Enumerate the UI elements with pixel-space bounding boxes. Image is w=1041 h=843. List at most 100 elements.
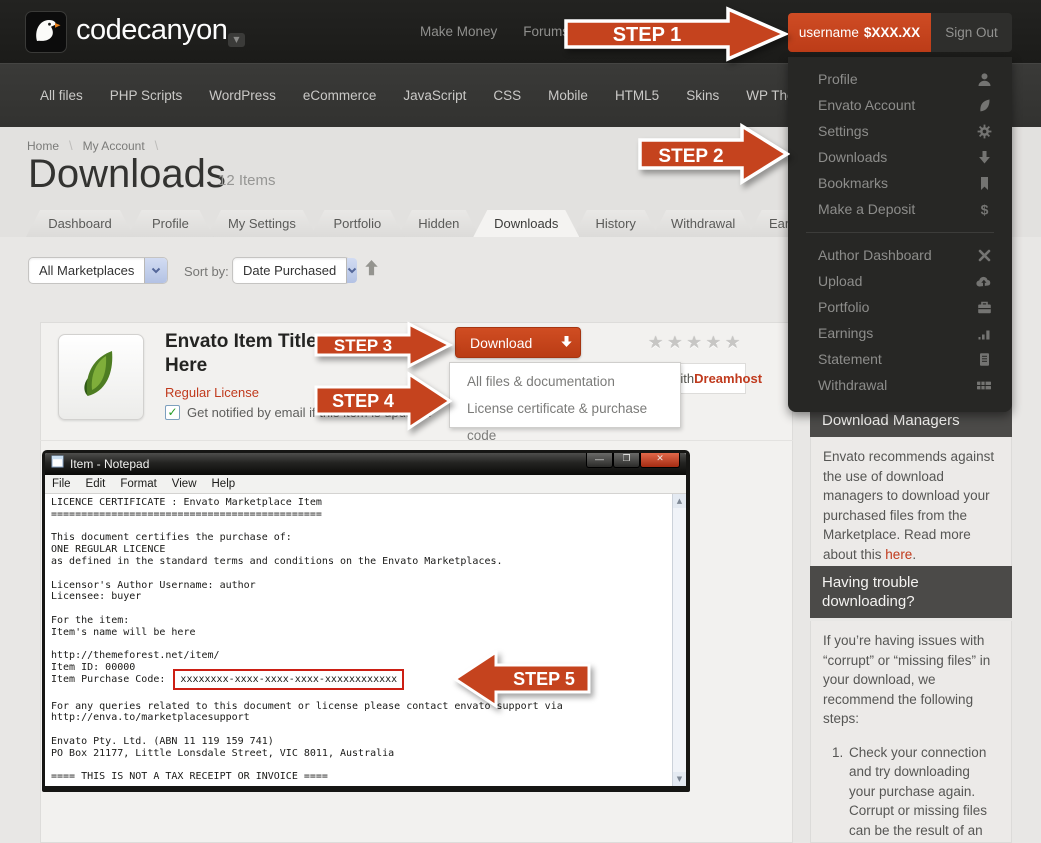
cat-ecommerce[interactable]: eCommerce <box>303 88 377 103</box>
tab-history[interactable]: History <box>573 210 659 237</box>
menu-item-downloads[interactable]: Downloads <box>788 144 1012 170</box>
maximize-button[interactable]: ❐ <box>613 453 640 468</box>
menu-item-profile[interactable]: Profile <box>788 66 1012 92</box>
svg-text:STEP 3: STEP 3 <box>334 336 392 355</box>
cat-mobile[interactable]: Mobile <box>548 88 588 103</box>
close-button[interactable]: ✕ <box>640 453 680 468</box>
notepad-title: Item - Notepad <box>70 457 149 471</box>
marketplace-select[interactable]: All Marketplaces <box>28 257 168 284</box>
codecanyon-logo[interactable] <box>25 11 67 53</box>
tab-downloads[interactable]: Downloads <box>473 210 579 237</box>
dreamhost-link[interactable]: Dreamhost <box>694 371 762 386</box>
menu-item-make-a-deposit[interactable]: Make a Deposit $ <box>788 196 1012 222</box>
menu-item-portfolio[interactable]: Portfolio <box>788 294 1012 320</box>
menu-item-upload[interactable]: Upload <box>788 268 1012 294</box>
tab-profile[interactable]: Profile <box>127 210 213 237</box>
chevron-down-icon <box>346 258 357 283</box>
username-balance-button[interactable]: username $XXX.XX <box>788 13 931 52</box>
step-5-arrow: STEP 5 <box>452 648 592 710</box>
trouble-steps-list: Check your connection and try downloadin… <box>823 743 999 843</box>
tools-icon <box>976 247 992 263</box>
svg-text:STEP 2: STEP 2 <box>658 146 723 167</box>
download-options-menu: All files & documentation License certif… <box>449 362 681 428</box>
breadcrumb-home[interactable]: Home <box>27 139 59 153</box>
document-icon <box>976 351 992 367</box>
scroll-down-icon[interactable]: ▼ <box>673 772 686 786</box>
menu-item-envato-account[interactable]: Envato Account <box>788 92 1012 118</box>
tab-withdrawal[interactable]: Withdrawal <box>652 210 754 237</box>
sort-direction-icon[interactable] <box>364 259 379 282</box>
download-button[interactable]: Download <box>455 327 581 358</box>
scroll-up-icon[interactable]: ▲ <box>673 494 686 508</box>
menu-help[interactable]: Help <box>212 478 236 490</box>
menu-item-withdrawal[interactable]: Withdrawal <box>788 372 1012 398</box>
bar-chart-icon <box>976 325 992 341</box>
svg-text:STEP 4: STEP 4 <box>332 391 394 411</box>
cat-all-files[interactable]: All files <box>40 88 83 103</box>
step-3-arrow: STEP 3 <box>313 321 453 369</box>
sort-select[interactable]: Date Purchased <box>232 257 350 284</box>
cat-html5[interactable]: HTML5 <box>615 88 659 103</box>
item-title[interactable]: Envato Item Title Here <box>165 330 335 378</box>
breadcrumb-my-account[interactable]: My Account <box>83 139 145 153</box>
briefcase-icon <box>976 299 992 315</box>
page: codecanyon ▼ Make Money Forums Community… <box>0 0 1041 843</box>
step-2-arrow: STEP 2 <box>637 122 790 186</box>
gear-icon <box>976 123 992 139</box>
cat-css[interactable]: CSS <box>493 88 521 103</box>
rating-stars[interactable]: ★★★★★ <box>648 333 744 353</box>
account-tabs: Dashboard Profile My Settings Portfolio … <box>26 210 831 237</box>
notepad-menubar: File Edit Format View Help <box>45 475 686 494</box>
notepad-icon <box>51 455 64 473</box>
svg-text:$: $ <box>980 202 988 217</box>
menu-view[interactable]: View <box>172 478 197 490</box>
dollar-icon: $ <box>976 201 992 217</box>
menu-item-statement[interactable]: Statement <box>788 346 1012 372</box>
tab-dashboard[interactable]: Dashboard <box>26 210 134 237</box>
cat-javascript[interactable]: JavaScript <box>403 88 466 103</box>
brand-caret-icon[interactable]: ▼ <box>228 33 245 47</box>
cat-wordpress[interactable]: WordPress <box>209 88 276 103</box>
trouble-header: Having trouble downloading? <box>810 566 1012 618</box>
username-label: username <box>799 25 859 40</box>
trouble-step-1: Check your connection and try downloadin… <box>847 743 999 843</box>
notepad-content[interactable]: LICENCE CERTIFICATE : Envato Marketplace… <box>45 494 686 786</box>
menu-format[interactable]: Format <box>120 478 156 490</box>
download-arrow-icon <box>560 335 573 351</box>
purchase-code-highlight: xxxxxxxx-xxxx-xxxx-xxxx-xxxxxxxxxxxx <box>173 669 404 690</box>
window-controls: — ❐ ✕ <box>586 453 680 468</box>
cat-php-scripts[interactable]: PHP Scripts <box>110 88 183 103</box>
menu-file[interactable]: File <box>52 478 71 490</box>
menu-item-author-dashboard[interactable]: Author Dashboard <box>788 242 1012 268</box>
envato-leaf-icon <box>74 348 128 407</box>
step-4-arrow: STEP 4 <box>313 370 453 432</box>
tab-my-settings[interactable]: My Settings <box>207 210 317 237</box>
breadcrumb-separator: \ <box>155 138 159 153</box>
notepad-titlebar[interactable]: Item - Notepad — ❐ ✕ <box>45 453 686 475</box>
item-license[interactable]: Regular License <box>165 385 259 400</box>
row-divider <box>40 440 793 441</box>
menu-item-earnings[interactable]: Earnings <box>788 320 1012 346</box>
balance-label: $XXX.XX <box>864 25 920 40</box>
menu-item-bookmarks[interactable]: Bookmarks <box>788 170 1012 196</box>
here-link[interactable]: here <box>885 547 912 562</box>
cat-skins[interactable]: Skins <box>686 88 719 103</box>
account-dropdown-menu: Profile Envato Account Settings Download… <box>788 57 1012 412</box>
menu-edit[interactable]: Edit <box>86 478 106 490</box>
brand-name[interactable]: codecanyon <box>76 14 227 47</box>
notepad-scrollbar[interactable]: ▲ ▼ <box>672 494 686 786</box>
nav-make-money[interactable]: Make Money <box>420 24 497 39</box>
tab-portfolio[interactable]: Portfolio <box>310 210 404 237</box>
step-1-arrow: STEP 1 <box>563 5 788 63</box>
option-license-certificate[interactable]: License certificate & purchase code <box>450 395 680 422</box>
notify-checkbox[interactable]: ✓ <box>165 405 180 420</box>
minimize-button[interactable]: — <box>586 453 613 468</box>
sign-out-button[interactable]: Sign Out <box>931 13 1012 52</box>
notepad-window: Item - Notepad — ❐ ✕ File Edit Format Vi… <box>42 450 690 792</box>
option-all-files[interactable]: All files & documentation <box>450 368 680 395</box>
menu-item-settings[interactable]: Settings <box>788 118 1012 144</box>
leaf-icon <box>976 97 992 113</box>
item-thumbnail[interactable] <box>58 334 144 420</box>
tab-hidden[interactable]: Hidden <box>398 210 480 237</box>
menu-divider <box>806 232 994 233</box>
